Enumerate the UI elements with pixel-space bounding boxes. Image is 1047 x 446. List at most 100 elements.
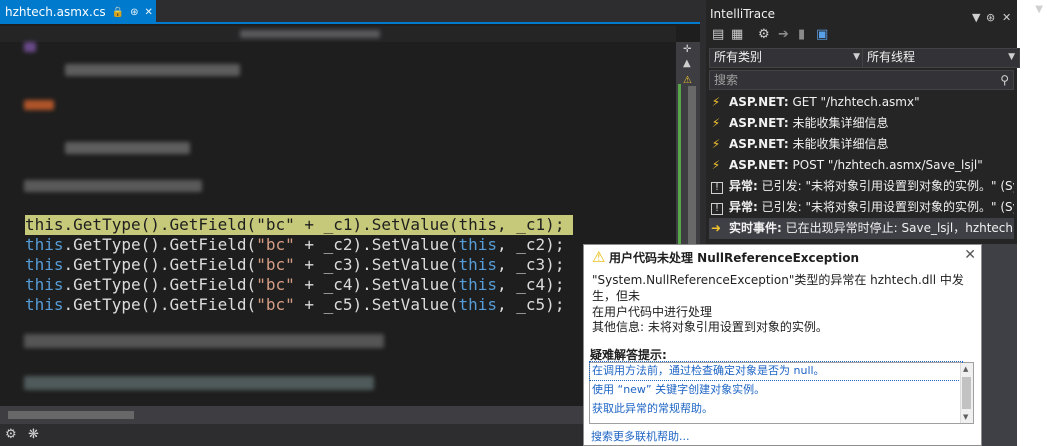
event-row[interactable]: ! 异常: 已引发: "未将对象引用设置到对象的实例。" (Sy bbox=[709, 197, 1014, 218]
code-token: , _c3); bbox=[497, 255, 565, 274]
close-icon[interactable]: ✕ bbox=[145, 7, 153, 18]
search-icon[interactable]: ⚲ bbox=[1000, 71, 1009, 89]
event-text: GET "/hzhtech.asmx" bbox=[792, 95, 920, 109]
code-line[interactable]: this.GetType().GetField("bc" + _c3).SetV… bbox=[0, 255, 564, 275]
bolt-icon: ⚡ bbox=[711, 158, 721, 172]
event-row[interactable]: ⚡ ASP.NET: 未能收集详细信息 bbox=[709, 134, 1014, 155]
thread-filter-value: 所有线程 bbox=[867, 50, 916, 64]
code-keyword: this bbox=[25, 215, 64, 234]
save-icon[interactable]: ▣ bbox=[816, 27, 828, 42]
event-row[interactable]: ⚡ ASP.NET: 未能收集详细信息 bbox=[709, 113, 1014, 134]
code-string: "bc" bbox=[256, 275, 295, 294]
intellitrace-toolbar: ▤ ▦ ⚙ ➔ ▮ ▣ bbox=[706, 24, 1017, 46]
bolt-icon: ⚡ bbox=[711, 137, 721, 151]
code-token: + _c5).SetValue( bbox=[294, 295, 459, 314]
tips-scrollbar-thumb[interactable] bbox=[962, 377, 971, 409]
scroll-up-icon[interactable]: ▲ bbox=[963, 365, 968, 373]
chevron-down-icon: ▼ bbox=[853, 52, 860, 62]
lock-icon: 🔒 bbox=[111, 6, 125, 18]
event-row[interactable]: ⚡ ASP.NET: GET "/hzhtech.asmx" bbox=[709, 92, 1014, 113]
pin-icon[interactable]: ⊛ bbox=[130, 7, 138, 18]
event-category: ASP.NET: bbox=[729, 158, 789, 172]
thread-filter-dropdown[interactable]: 所有线程 ▼ bbox=[862, 48, 1020, 68]
event-text: 已在出现异常时停止: Save_lsjl，hzhtech.a bbox=[785, 221, 1014, 235]
code-keyword: this bbox=[458, 255, 498, 274]
exception-icon: ! bbox=[711, 203, 723, 215]
code-token: + _c4).SetValue( bbox=[294, 275, 459, 294]
category-filter-dropdown[interactable]: 所有类别 ▼ bbox=[709, 48, 865, 68]
code-token: , _c2); bbox=[497, 235, 565, 254]
blurred-code bbox=[65, 142, 190, 154]
additional-info: 其他信息: 未将对象引用设置到对象的实例。 bbox=[592, 320, 828, 334]
forward-icon[interactable]: ➔ bbox=[778, 27, 789, 42]
gear-icon[interactable]: ⚙ bbox=[5, 427, 17, 442]
blurred-code bbox=[24, 42, 36, 52]
code-token: .GetType().GetField( bbox=[63, 275, 257, 294]
tip-link[interactable]: 获取此异常的常规帮助。 bbox=[592, 400, 713, 418]
search-input[interactable]: 搜索 ⚲ bbox=[709, 70, 1014, 90]
event-text: 已引发: "未将对象引用设置到对象的实例。" (Sy bbox=[761, 179, 1014, 193]
more-online-help-link[interactable]: 搜索更多联机帮助... bbox=[591, 428, 690, 444]
event-row[interactable]: ➜ 实时事件: 已在出现异常时停止: Save_lsjl，hzhtech.a bbox=[709, 218, 1014, 239]
event-detail-area bbox=[982, 244, 1017, 446]
exception-title: 用户代码未处理 NullReferenceException bbox=[609, 251, 859, 265]
code-token: + _c1).SetValue( bbox=[294, 215, 459, 234]
break-all-icon[interactable]: ▮ bbox=[798, 27, 805, 42]
change-tracking-bar bbox=[678, 84, 681, 244]
code-token: .GetType().GetField( bbox=[63, 215, 257, 234]
code-token: , _c5); bbox=[497, 295, 565, 314]
code-token: , _c4); bbox=[497, 275, 565, 294]
code-keyword: this bbox=[25, 235, 64, 254]
bolt-icon: ⚡ bbox=[711, 95, 721, 109]
horizontal-scrollbar-thumb[interactable] bbox=[8, 411, 134, 419]
scroll-down-icon[interactable]: ▼ bbox=[963, 413, 968, 421]
event-text: 未能收集详细信息 bbox=[792, 137, 889, 151]
tip-link[interactable]: 使用 “new” 关键字创建对象实例。 bbox=[592, 381, 765, 399]
panel-title-bar: IntelliTrace ▼ ⊛ ✕ bbox=[706, 4, 1017, 24]
code-line[interactable]: this.GetType().GetField("bc" + _c5).SetV… bbox=[0, 295, 564, 315]
troubleshooting-tips-header: 疑难解答提示: bbox=[590, 348, 667, 362]
navigation-bar bbox=[0, 26, 676, 42]
panel-title: IntelliTrace bbox=[710, 7, 776, 21]
blurred-code bbox=[24, 334, 384, 348]
event-category: 异常: bbox=[729, 179, 758, 193]
exception-icon: ! bbox=[711, 182, 723, 194]
code-string: "bc" bbox=[256, 255, 295, 274]
code-keyword: this bbox=[458, 295, 498, 314]
tip-link[interactable]: 在调用方法前，通过检查确定对象是否为 null。 bbox=[589, 361, 963, 381]
scroll-up-icon[interactable]: ▲ bbox=[683, 58, 691, 69]
live-event-icon: ➜ bbox=[710, 221, 722, 235]
code-string: "bc" bbox=[256, 215, 295, 234]
warning-icon: ⚠ bbox=[592, 248, 606, 266]
code-keyword: this bbox=[25, 295, 64, 314]
event-category: 实时事件: bbox=[729, 221, 782, 235]
exception-popup-header: ⚠ 用户代码未处理 NullReferenceException ✕ bbox=[587, 246, 979, 266]
tree-view-icon[interactable]: ▦ bbox=[731, 27, 743, 42]
close-icon[interactable]: ✕ bbox=[964, 247, 976, 263]
settings-icon[interactable]: ⚙ bbox=[758, 27, 770, 42]
list-view-icon[interactable]: ▤ bbox=[712, 27, 724, 42]
exception-message: "System.NullReferenceException"类型的异常在 hz… bbox=[592, 272, 974, 320]
network-icon[interactable]: ❋ bbox=[28, 427, 39, 442]
code-line[interactable]: this.GetType().GetField("bc" + _c4).SetV… bbox=[0, 275, 564, 295]
event-category: ASP.NET: bbox=[729, 116, 789, 130]
split-icon[interactable]: ✛ bbox=[683, 44, 691, 55]
tab-overflow-dropdown-icon[interactable]: ▼ bbox=[1035, 4, 1043, 15]
code-token: .GetType().GetField( bbox=[63, 295, 257, 314]
exception-message-line: "System.NullReferenceException"类型的异常在 hz… bbox=[592, 273, 964, 303]
code-token: + _c2).SetValue( bbox=[294, 235, 459, 254]
code-keyword: this bbox=[25, 255, 64, 274]
code-string: "bc" bbox=[256, 235, 295, 254]
code-line[interactable]: this.GetType().GetField("bc" + _c2).SetV… bbox=[0, 235, 564, 255]
document-tab[interactable]: hzhtech.asmx.cs 🔒 ⊛ ✕ bbox=[0, 0, 156, 24]
current-code-line[interactable]: this.GetType().GetField("bc" + _c1).SetV… bbox=[0, 215, 564, 235]
search-placeholder: 搜索 bbox=[714, 73, 739, 87]
bolt-icon: ⚡ bbox=[711, 116, 721, 130]
event-category: 异常: bbox=[729, 200, 758, 214]
event-text: 已引发: "未将对象引用设置到对象的实例。" (Sy bbox=[761, 200, 1014, 214]
event-row[interactable]: ⚡ ASP.NET: POST "/hzhtech.asmx/Save_lsjl" bbox=[709, 155, 1014, 176]
event-row[interactable]: ! 异常: 已引发: "未将对象引用设置到对象的实例。" (Sy bbox=[709, 176, 1014, 197]
code-token: , _c1); bbox=[497, 215, 565, 234]
tab-filename: hzhtech.asmx.cs bbox=[5, 5, 106, 19]
code-keyword: this bbox=[458, 235, 498, 254]
